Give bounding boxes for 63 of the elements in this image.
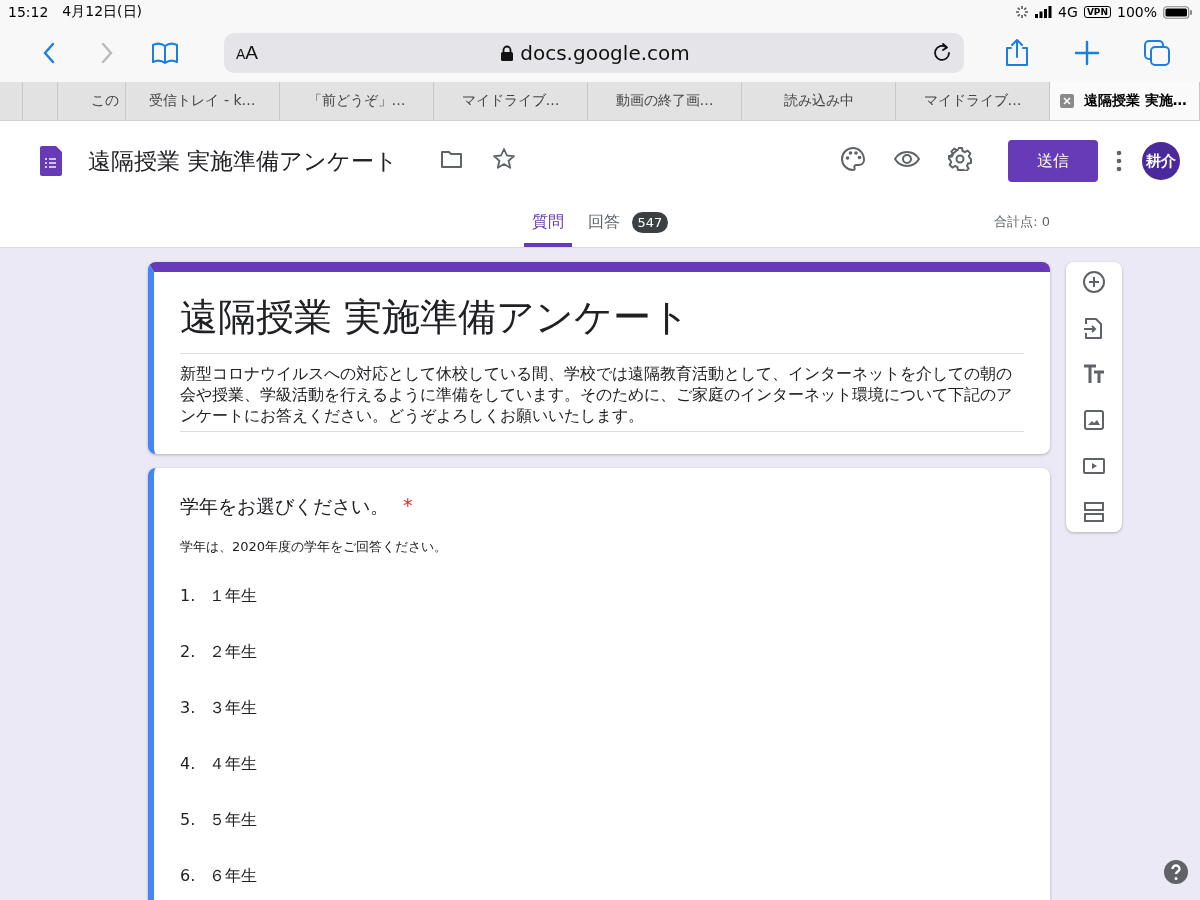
star-icon[interactable] <box>492 147 517 171</box>
close-icon[interactable] <box>1060 94 1074 108</box>
required-mark: * <box>403 494 413 518</box>
image-icon[interactable] <box>1082 408 1106 432</box>
section-tab[interactable]: 質問 <box>523 201 572 247</box>
send-button[interactable]: 送信 <box>1008 140 1098 182</box>
book-icon[interactable] <box>151 41 179 65</box>
back-icon[interactable] <box>42 42 56 64</box>
eye-icon[interactable] <box>894 150 920 168</box>
settings-icon[interactable] <box>948 147 972 171</box>
title-text-icon[interactable] <box>1082 362 1106 386</box>
share-icon[interactable] <box>1003 38 1031 68</box>
option-number: 4. <box>180 754 196 775</box>
option-number: 2. <box>180 642 196 663</box>
signal-icon <box>1035 6 1053 18</box>
url-text: docs.google.com <box>520 41 690 65</box>
form-title[interactable]: 遠隔授業 実施準備アンケート <box>88 145 399 177</box>
question-card[interactable]: 学年をお選びください。 * 学年は、2020年度の学年をご回答ください。 1. １年生 2. ２年生 3. ３年生 4. ４年生 5. ５年生 6. ６年生 <box>148 468 1050 900</box>
loading-icon <box>1015 5 1030 19</box>
count-badge: 547 <box>631 211 669 233</box>
forms-logo-icon <box>40 146 62 176</box>
option-label[interactable]: ４年生 <box>209 754 258 810</box>
option-label[interactable]: ２年生 <box>209 642 258 698</box>
address-bar[interactable]: AA docs.google.com <box>224 33 964 73</box>
total-points: 合計点: 0 <box>994 213 1050 231</box>
battery-icon <box>1163 5 1192 19</box>
palette-icon[interactable] <box>840 146 866 172</box>
folder-icon[interactable] <box>440 148 465 170</box>
browser-tab[interactable]: 遠隔授業 実施… <box>1050 82 1200 120</box>
option-label[interactable]: ６年生 <box>209 866 258 900</box>
tabs-icon[interactable] <box>1143 39 1171 67</box>
new-tab-icon[interactable] <box>1074 40 1100 66</box>
option-label[interactable]: １年生 <box>209 586 258 642</box>
add-question-icon[interactable] <box>1082 270 1106 294</box>
lock-icon <box>500 45 515 61</box>
avatar[interactable]: 耕介 <box>1142 142 1180 180</box>
option-label[interactable]: ５年生 <box>209 810 258 866</box>
option-label[interactable]: ３年生 <box>209 698 258 754</box>
browser-tab[interactable]: この <box>58 82 126 120</box>
text-size-button[interactable]: AA <box>236 42 259 64</box>
network-label: 4G <box>1058 4 1078 20</box>
browser-tab[interactable]: マイドライブ… <box>434 82 588 120</box>
form-description[interactable]: 新型コロナウイルスへの対応として休校している間、学校では遠隔教育活動として、インターネットを介しての朝の会や授業、学級活動を行えるように準備をしています。そのために、ご家庭のインターネット環境について下記のアンケートにお答えください。どうぞよろしくお願いいたします。 <box>180 354 1024 432</box>
status-time: 15:12 <box>8 4 49 20</box>
option-number: 5. <box>180 810 196 831</box>
question-title: 学年をお選びください。 <box>180 494 389 519</box>
option-number: 6. <box>180 866 196 887</box>
more-icon[interactable] <box>1116 150 1122 172</box>
question-description: 学年は、2020年度の学年をご回答ください。 <box>180 538 449 556</box>
form-heading[interactable]: 遠隔授業 実施準備アンケート <box>180 292 1024 354</box>
reload-icon[interactable] <box>932 43 952 63</box>
section-tab[interactable]: 回答 547 <box>579 201 677 247</box>
help-icon[interactable] <box>1164 860 1188 884</box>
option-number: 3. <box>180 698 196 719</box>
status-date: 4月12日(日) <box>62 3 142 21</box>
browser-tab[interactable]: 動画の終了画… <box>588 82 742 120</box>
option-number: 1. <box>180 586 196 607</box>
vpn-badge: VPN <box>1083 6 1111 18</box>
browser-tab[interactable]: 読み込み中 <box>742 82 896 120</box>
browser-tab[interactable]: 受信トレイ - k… <box>126 82 280 120</box>
browser-tab[interactable]: 「前どうぞ」… <box>280 82 434 120</box>
section-icon[interactable] <box>1082 500 1106 524</box>
battery-percent: 100% <box>1116 4 1157 20</box>
